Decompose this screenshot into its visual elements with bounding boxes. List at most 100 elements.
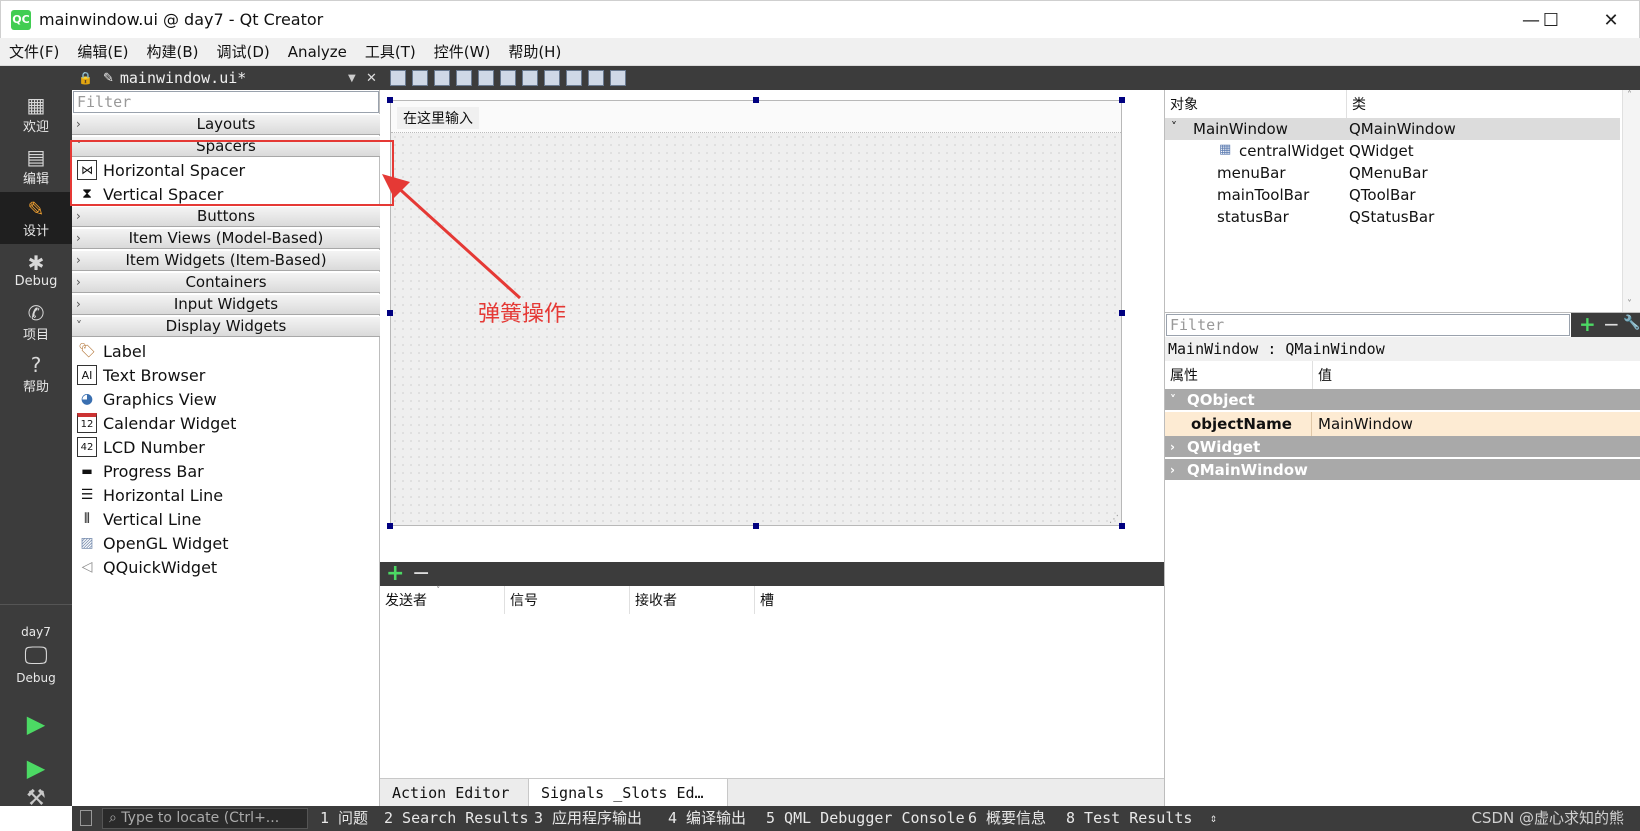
property-group-qmainwindow[interactable]: › QMainWindow [1165, 459, 1640, 481]
selection-handle[interactable] [1119, 97, 1125, 103]
pane-test-results[interactable]: 8 Test Results [1066, 806, 1192, 831]
layout-grid-icon[interactable] [566, 70, 582, 86]
menu-tools[interactable]: 工具(T) [356, 41, 425, 62]
pane-compile-output[interactable]: 4 编译输出 [668, 806, 746, 831]
pane-qml-debugger-console[interactable]: 5 QML Debugger Console [766, 806, 965, 831]
add-dynamic-property-button[interactable]: + [1579, 312, 1596, 336]
scroll-up-icon[interactable]: ˄ [1627, 90, 1632, 101]
scroll-down-icon[interactable]: ˅ [1627, 299, 1632, 310]
maximize-button[interactable]: ☐ [1521, 1, 1581, 39]
mode-projects[interactable]: ✆ 项目 [0, 296, 72, 348]
category-input-widgets[interactable]: › Input Widgets [72, 294, 380, 315]
selection-handle[interactable] [753, 97, 759, 103]
mode-edit[interactable]: ▤ 编辑 [0, 140, 72, 192]
mode-debug[interactable]: ✱ Debug [0, 244, 72, 296]
menu-controls[interactable]: 控件(W) [425, 41, 500, 62]
widget-lcd-number[interactable]: 42 LCD Number [72, 435, 380, 459]
column-sender[interactable]: 发送者 [380, 586, 505, 614]
close-document-button[interactable]: ✕ [366, 71, 377, 86]
property-group-qwidget[interactable]: › QWidget [1165, 436, 1640, 458]
selection-handle[interactable] [1119, 523, 1125, 529]
tree-row[interactable]: statusBar QStatusBar [1165, 206, 1620, 228]
column-slot[interactable]: 槽 [755, 586, 1164, 614]
category-layouts[interactable]: › Layouts [72, 114, 380, 135]
form-menu-placeholder[interactable]: 在这里输入 [397, 107, 479, 129]
edit-tab-order-icon[interactable] [456, 70, 472, 86]
selection-handle[interactable] [387, 97, 393, 103]
layout-form-icon[interactable] [588, 70, 604, 86]
column-class[interactable]: 类 [1347, 90, 1620, 118]
document-selector[interactable]: 🔒 ✎ mainwindow.ui* ▼ ✕ [72, 66, 382, 90]
widget-graphics-view[interactable]: ◕ Graphics View [72, 387, 380, 411]
hammer-icon[interactable]: ⚒ [20, 782, 52, 814]
widget-text-browser[interactable]: AI Text Browser [72, 363, 380, 387]
menu-build[interactable]: 构建(B) [138, 41, 208, 62]
menu-edit[interactable]: 编辑(E) [68, 41, 137, 62]
selection-handle[interactable] [387, 310, 393, 316]
category-buttons[interactable]: › Buttons [72, 206, 380, 227]
run-icon[interactable]: ▶ [20, 708, 52, 740]
column-signal[interactable]: 信号 [505, 586, 630, 614]
object-inspector-scrollbar[interactable]: ˄ ˅ [1622, 90, 1640, 312]
remove-dynamic-property-button[interactable]: − [1603, 312, 1620, 336]
configure-icon[interactable]: 🔧 [1623, 315, 1640, 331]
menu-debug[interactable]: 调试(D) [208, 41, 279, 62]
widget-horizontal-line[interactable]: ☰ Horizontal Line [72, 483, 380, 507]
tab-action-editor[interactable]: Action Editor [380, 779, 528, 807]
kit-selector[interactable]: day7 🖵 Debug [0, 610, 72, 700]
mode-help[interactable]: ? 帮助 [0, 348, 72, 400]
category-containers[interactable]: › Containers [72, 272, 380, 293]
selection-handle[interactable] [387, 523, 393, 529]
close-window-button[interactable]: ✕ [1581, 1, 1640, 39]
widget-calendar[interactable]: 12 Calendar Widget [72, 411, 380, 435]
form-menu-bar[interactable]: 在这里输入 [391, 101, 1121, 133]
property-row-objectname[interactable]: objectName MainWindow [1165, 412, 1640, 436]
mode-welcome[interactable]: ▦ 欢迎 [0, 88, 72, 140]
edit-widgets-icon[interactable] [390, 70, 406, 86]
column-property[interactable]: 属性 [1165, 361, 1313, 389]
category-item-views[interactable]: › Item Views (Model-Based) [72, 228, 380, 249]
property-filter-input[interactable]: Filter [1166, 314, 1570, 336]
column-object[interactable]: 对象 [1165, 90, 1347, 118]
tree-row[interactable]: mainToolBar QToolBar [1165, 184, 1620, 206]
category-display-widgets[interactable]: ˅ Display Widgets [72, 316, 380, 337]
pane-application-output[interactable]: 3 应用程序输出 [534, 806, 642, 831]
layout-splitter-h-icon[interactable] [522, 70, 538, 86]
edit-signals-slots-icon[interactable] [412, 70, 428, 86]
pane-issues[interactable]: 1 问题 [320, 806, 368, 831]
layout-splitter-v-icon[interactable] [544, 70, 560, 86]
pane-selector-icon[interactable]: ⇕ [1210, 806, 1217, 831]
layout-horizontal-icon[interactable] [478, 70, 494, 86]
menu-file[interactable]: 文件(F) [0, 41, 68, 62]
add-connection-button[interactable]: + [386, 562, 404, 586]
selection-handle[interactable] [753, 523, 759, 529]
widget-opengl[interactable]: ▨ OpenGL Widget [72, 531, 380, 555]
column-value[interactable]: 值 [1313, 361, 1640, 389]
preview-icon[interactable] [610, 70, 626, 86]
tab-signals-slots-editor[interactable]: Signals _Slots Ed… [528, 779, 728, 807]
widget-vertical-line[interactable]: ⦀ Vertical Line [72, 507, 380, 531]
remove-connection-button[interactable]: − [412, 562, 430, 586]
column-receiver[interactable]: 接收者 [630, 586, 755, 614]
widget-label-item[interactable]: 🏷 Label [72, 339, 380, 363]
menu-analyze[interactable]: Analyze [279, 43, 356, 61]
debug-run-icon[interactable]: ▶ [20, 752, 52, 784]
menu-help[interactable]: 帮助(H) [499, 41, 570, 62]
chevron-down-icon[interactable]: ▼ [348, 73, 356, 84]
tree-row[interactable]: menuBar QMenuBar [1165, 162, 1620, 184]
tree-row[interactable]: ˅ MainWindow QMainWindow [1165, 118, 1620, 140]
resize-grip-icon[interactable]: ⋰ [1109, 514, 1119, 525]
property-value[interactable]: MainWindow [1318, 415, 1413, 433]
selection-handle[interactable] [1119, 310, 1125, 316]
edit-buddies-icon[interactable] [434, 70, 450, 86]
property-group-qobject[interactable]: ˅ QObject [1165, 389, 1640, 411]
category-item-widgets[interactable]: › Item Widgets (Item-Based) [72, 250, 380, 271]
tree-row[interactable]: ▦ centralWidget QWidget [1165, 140, 1620, 162]
toggle-sidebar-icon[interactable] [80, 810, 92, 826]
widget-filter-input[interactable]: Filter [73, 91, 379, 113]
pane-general-messages[interactable]: 6 概要信息 [968, 806, 1046, 831]
mode-design[interactable]: ✎ 设计 [0, 192, 72, 244]
pane-search-results[interactable]: 2 Search Results [384, 806, 529, 831]
widget-qquickwidget[interactable]: ◁ QQuickWidget [72, 555, 380, 579]
locator-input[interactable]: ⌕ Type to locate (Ctrl+... [102, 808, 308, 829]
